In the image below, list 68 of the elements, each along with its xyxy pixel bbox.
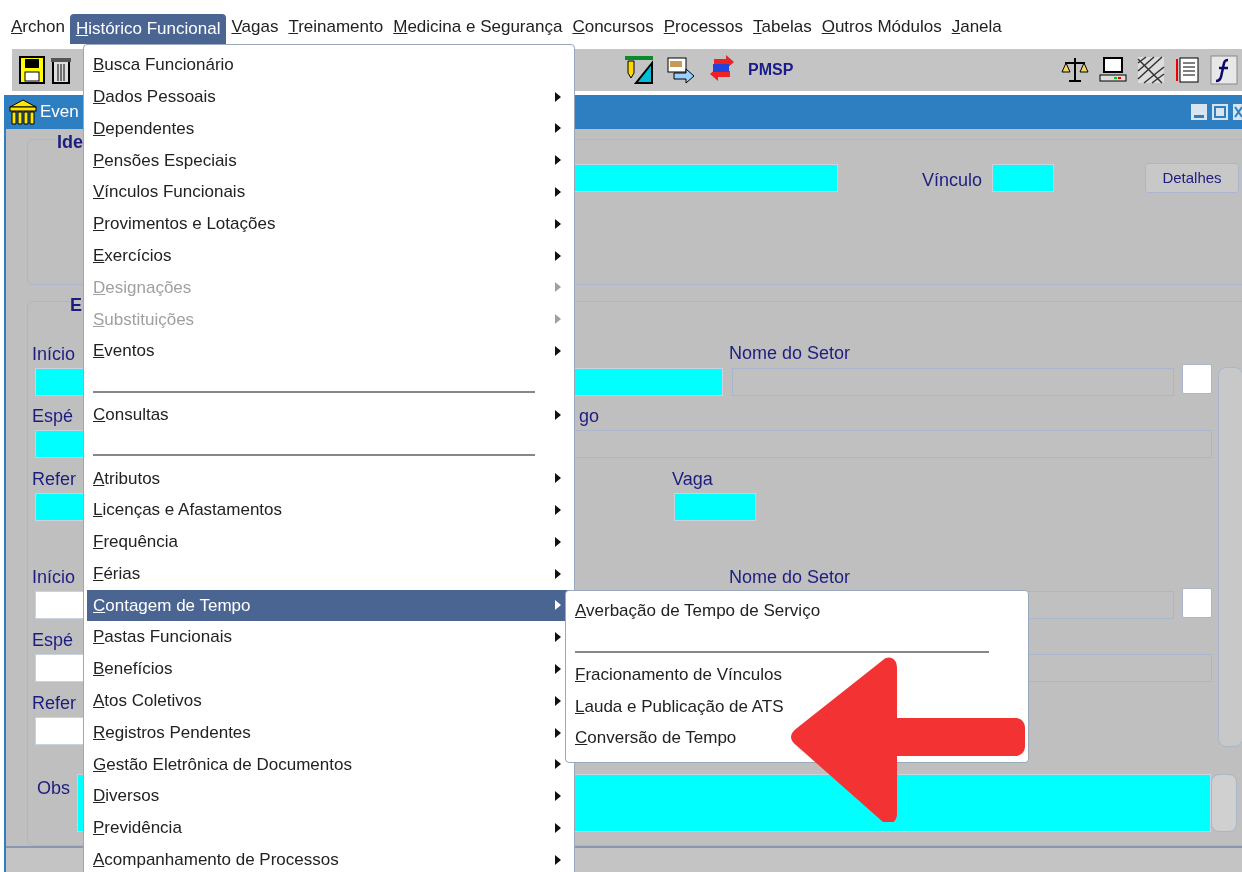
document-arrow-icon[interactable]: [666, 55, 696, 85]
menu-item[interactable]: Licenças e Afastamentos: [87, 494, 571, 526]
menu-bar-item[interactable]: Processos: [658, 14, 749, 44]
window-title: Even: [40, 101, 79, 124]
maximize-icon[interactable]: [1211, 103, 1229, 121]
building-icon: [8, 98, 38, 126]
menu-item[interactable]: Exercícios: [87, 239, 571, 272]
details-button[interactable]: Detalhes: [1145, 163, 1239, 193]
frame-title: Ide: [56, 133, 84, 151]
menu-bar-item[interactable]: Archon: [6, 14, 70, 44]
menu-item[interactable]: Busca Funcionário: [87, 49, 571, 81]
input-field[interactable]: [992, 164, 1054, 192]
save-icon[interactable]: [18, 55, 46, 85]
trash-icon[interactable]: [50, 55, 72, 85]
list-button[interactable]: [1182, 364, 1212, 394]
input-field[interactable]: [1026, 654, 1212, 682]
field-label: Refer: [32, 694, 76, 712]
field-label: Nome do Setor: [729, 568, 851, 586]
menu-item[interactable]: Frequência: [87, 525, 571, 558]
menu-item[interactable]: Diversos: [87, 780, 571, 813]
field-label: Obs: [37, 779, 70, 797]
menu-bar-item[interactable]: Histórico Funcional: [69, 14, 227, 44]
field-label: Início: [32, 568, 76, 586]
frame-title: E: [70, 296, 82, 314]
menu-item[interactable]: Pensões Especiais: [87, 144, 571, 177]
menu-item[interactable]: Eventos: [87, 335, 571, 367]
menu-item[interactable]: Vínculos Funcionais: [87, 176, 571, 208]
menu-item[interactable]: Férias: [87, 557, 571, 590]
menu-item[interactable]: Averbação de Tempo de Serviço: [569, 595, 1025, 627]
list-button[interactable]: [1182, 588, 1212, 618]
field-label: Início: [32, 345, 76, 363]
menu-bar-item[interactable]: Outros Módulos: [816, 14, 947, 44]
pencil-ruler-icon[interactable]: [624, 55, 654, 85]
field-label: go: [579, 407, 600, 425]
scroll-bar[interactable]: [1218, 367, 1242, 747]
menu-item[interactable]: Lauda e Publicação de ATS: [569, 690, 1025, 723]
field-label: Espé: [32, 631, 74, 649]
field-label: Refer: [32, 470, 76, 488]
menu-bar-item[interactable]: Vagas: [226, 14, 284, 44]
minimize-icon[interactable]: [1190, 103, 1208, 121]
menu-item[interactable]: Fracionamento de Vínculos: [569, 658, 1025, 691]
input-field[interactable]: [674, 493, 756, 521]
menu-item[interactable]: Dados Pessoais: [87, 80, 571, 113]
field-label: Nome do Setor: [729, 344, 851, 362]
pattern-icon[interactable]: [1136, 55, 1166, 85]
scroll-bar[interactable]: [1211, 774, 1237, 832]
field-label: Vínculo: [922, 171, 983, 189]
menu-item[interactable]: Atributos: [87, 462, 571, 495]
menu-item[interactable]: Previdência: [87, 812, 571, 844]
close-icon[interactable]: [1232, 103, 1242, 121]
menu-item[interactable]: Provimentos e Lotações: [87, 208, 571, 240]
input-field[interactable]: [1026, 591, 1174, 619]
menu-bar-item[interactable]: Concursos: [567, 14, 659, 44]
computer-icon[interactable]: [1098, 55, 1128, 85]
menu-bar-item[interactable]: Medicina e Segurança: [388, 14, 568, 44]
menu-bar-item[interactable]: Janela: [946, 14, 1007, 44]
field-label: Vaga: [672, 470, 713, 488]
function-icon[interactable]: [1210, 55, 1238, 85]
list-icon[interactable]: [1174, 55, 1202, 85]
toolbar-label: PMSP: [748, 60, 794, 80]
menu-item[interactable]: Acompanhamento de Processos: [87, 843, 571, 872]
menu-bar-item[interactable]: Treinamento: [283, 14, 389, 44]
scales-icon[interactable]: [1060, 55, 1090, 85]
menu-item[interactable]: Consultas: [87, 398, 571, 431]
menu-item[interactable]: Gestão Eletrônica de Documentos: [87, 748, 571, 781]
menu-item[interactable]: Dependentes: [87, 112, 571, 145]
field-label: Espé: [32, 407, 74, 425]
menu-bar-item[interactable]: Tabelas: [748, 14, 817, 44]
